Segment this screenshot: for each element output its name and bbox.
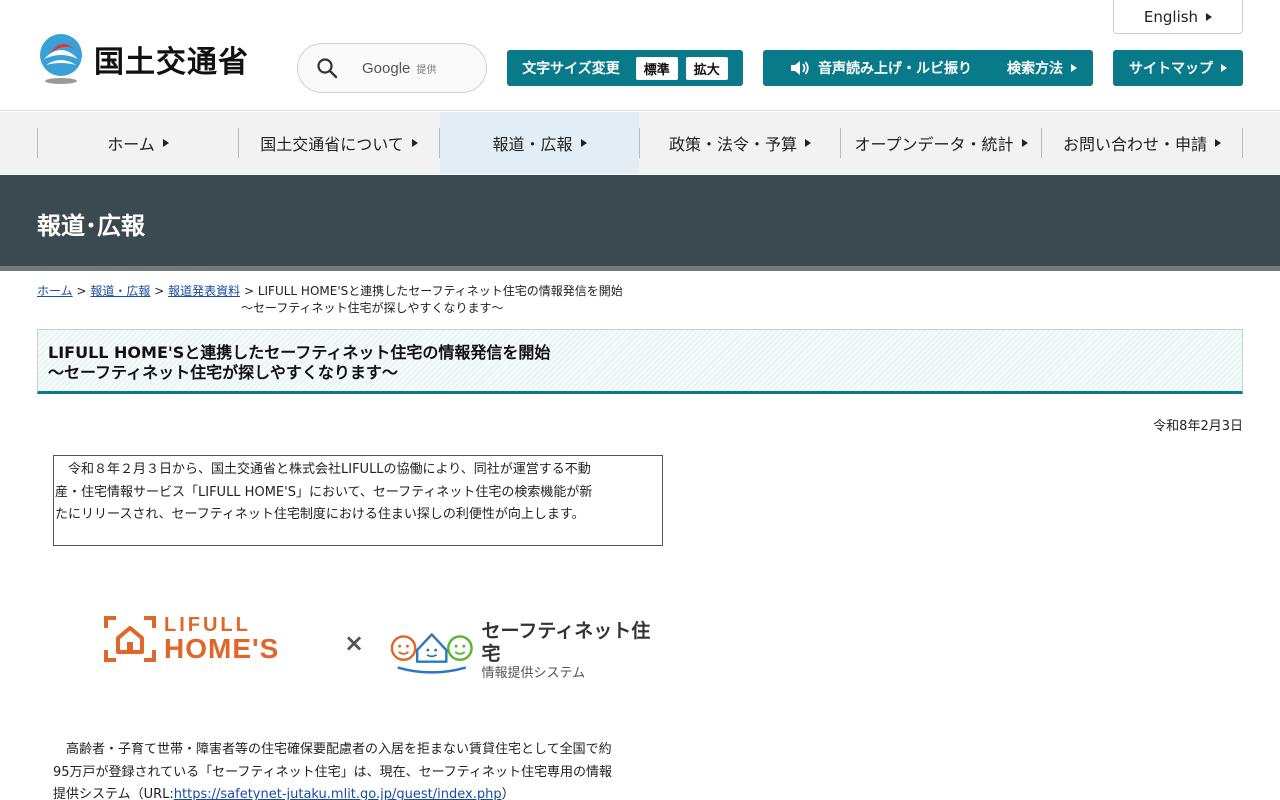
nav-item-about[interactable]: 国土交通省について — [239, 112, 439, 174]
breadcrumb-releases-link[interactable]: 報道発表資料 — [168, 284, 240, 298]
article-title-line1: LIFULL HOME'Sと連携したセーフティネット住宅の情報発信を開始 — [48, 343, 551, 362]
triangle-right-icon — [805, 139, 811, 147]
search-method-label: 検索方法 — [1007, 61, 1063, 77]
lifull-logo-line2: HOME'S — [164, 633, 280, 664]
font-size-label: 文字サイズ変更 — [522, 61, 620, 77]
read-aloud-label: 音声読み上げ・ルビ振り — [818, 61, 972, 77]
safetynet-house-icon — [390, 632, 473, 674]
publish-date: 令和8年2月3日 — [1153, 419, 1243, 434]
breadcrumb-current: LIFULL HOME'Sと連携したセーフティネット住宅の情報発信を開始 — [257, 284, 623, 298]
site-logo[interactable]: 国土交通省 — [36, 33, 249, 85]
triangle-right-icon — [162, 139, 169, 147]
section-title: 報道･広報 — [37, 212, 145, 240]
speaker-icon — [791, 61, 809, 75]
sitemap-label: サイトマップ — [1129, 61, 1213, 77]
safetynet-logo-line2: 情報提供システム — [481, 665, 586, 681]
global-nav: ホーム 国土交通省について 報道・広報 政策・法令・予算 オープンデータ・統計 … — [0, 112, 1280, 174]
summary-box: 令和８年２月３日から、国土交通省と株式会社LIFULLの協働により、同社が運営す… — [53, 455, 663, 546]
article-title: LIFULL HOME'Sと連携したセーフティネット住宅の情報発信を開始 ～セー… — [37, 329, 1243, 394]
search-box[interactable]: Google 提供 — [297, 43, 487, 93]
safetynet-system-link[interactable]: https://safetynet-jutaku.mlit.go.jp/gues… — [174, 787, 502, 800]
font-size-large-button[interactable]: 拡大 — [685, 56, 728, 80]
triangle-right-icon — [1021, 139, 1028, 147]
search-provider: Google 提供 — [362, 59, 437, 77]
breadcrumb-current-subtitle: ～セーフティネット住宅が探しやすくなります～ — [241, 301, 504, 315]
nav-item-opendata[interactable]: オープンデータ・統計 — [841, 112, 1041, 174]
nav-item-contact[interactable]: お問い合わせ・申請 — [1042, 112, 1242, 174]
times-sign: × — [344, 629, 365, 657]
triangle-right-icon — [1215, 139, 1221, 147]
house-icon — [104, 616, 156, 662]
search-method-button[interactable]: 検索方法 — [991, 50, 1093, 86]
triangle-right-icon — [411, 139, 418, 147]
search-icon[interactable] — [316, 57, 338, 79]
safetynet-logo: セーフティネット住宅 情報提供システム — [388, 620, 664, 681]
site-header: 国土交通省 Google 提供 English 文字サイズ変更 標準 拡大 音声読… — [0, 0, 1280, 111]
article-title-line2: ～セーフティネット住宅が探しやすくなります～ — [48, 363, 398, 382]
lifull-logo-line1: LIFULL — [164, 614, 251, 636]
nav-item-policy[interactable]: 政策・法令・予算 — [640, 112, 840, 174]
breadcrumb: ホーム > 報道・広報 > 報道発表資料 > LIFULL HOME'Sと連携し… — [37, 284, 623, 315]
nav-item-home[interactable]: ホーム — [38, 112, 238, 174]
safetynet-logo-line1: セーフティネット住宅 — [481, 620, 651, 665]
triangle-right-icon — [1206, 12, 1213, 21]
nav-divider — [1242, 128, 1243, 158]
section-banner: 報道･広報 — [0, 175, 1280, 271]
triangle-right-icon — [1071, 64, 1077, 72]
triangle-right-icon — [580, 139, 587, 147]
site-name: 国土交通省 — [94, 45, 249, 80]
lifull-homes-logo: LIFULL HOME'S — [104, 615, 279, 663]
triangle-right-icon — [1221, 64, 1227, 72]
body-paragraph: 高齢者・子育て世帯・障害者等の住宅確保要配慮者の入居を拒まない賃貸住宅として全国… — [53, 742, 613, 800]
nav-item-press[interactable]: 報道・広報 — [440, 112, 639, 174]
english-link[interactable]: English — [1113, 0, 1243, 34]
sitemap-button[interactable]: サイトマップ — [1113, 50, 1243, 86]
breadcrumb-press-link[interactable]: 報道・広報 — [90, 284, 150, 298]
breadcrumb-home-link[interactable]: ホーム — [37, 284, 73, 298]
mlit-emblem-icon — [40, 34, 82, 84]
font-size-standard-button[interactable]: 標準 — [635, 56, 678, 80]
read-aloud-button[interactable]: 音声読み上げ・ルビ振り — [763, 50, 999, 86]
summary-text: 令和８年２月３日から、国土交通省と株式会社LIFULLの協働により、同社が運営す… — [55, 462, 593, 522]
font-size-control: 文字サイズ変更 標準 拡大 — [507, 50, 743, 86]
partner-logos: LIFULL HOME'S × セーフティネット住宅 情報提供システム — [104, 615, 664, 681]
